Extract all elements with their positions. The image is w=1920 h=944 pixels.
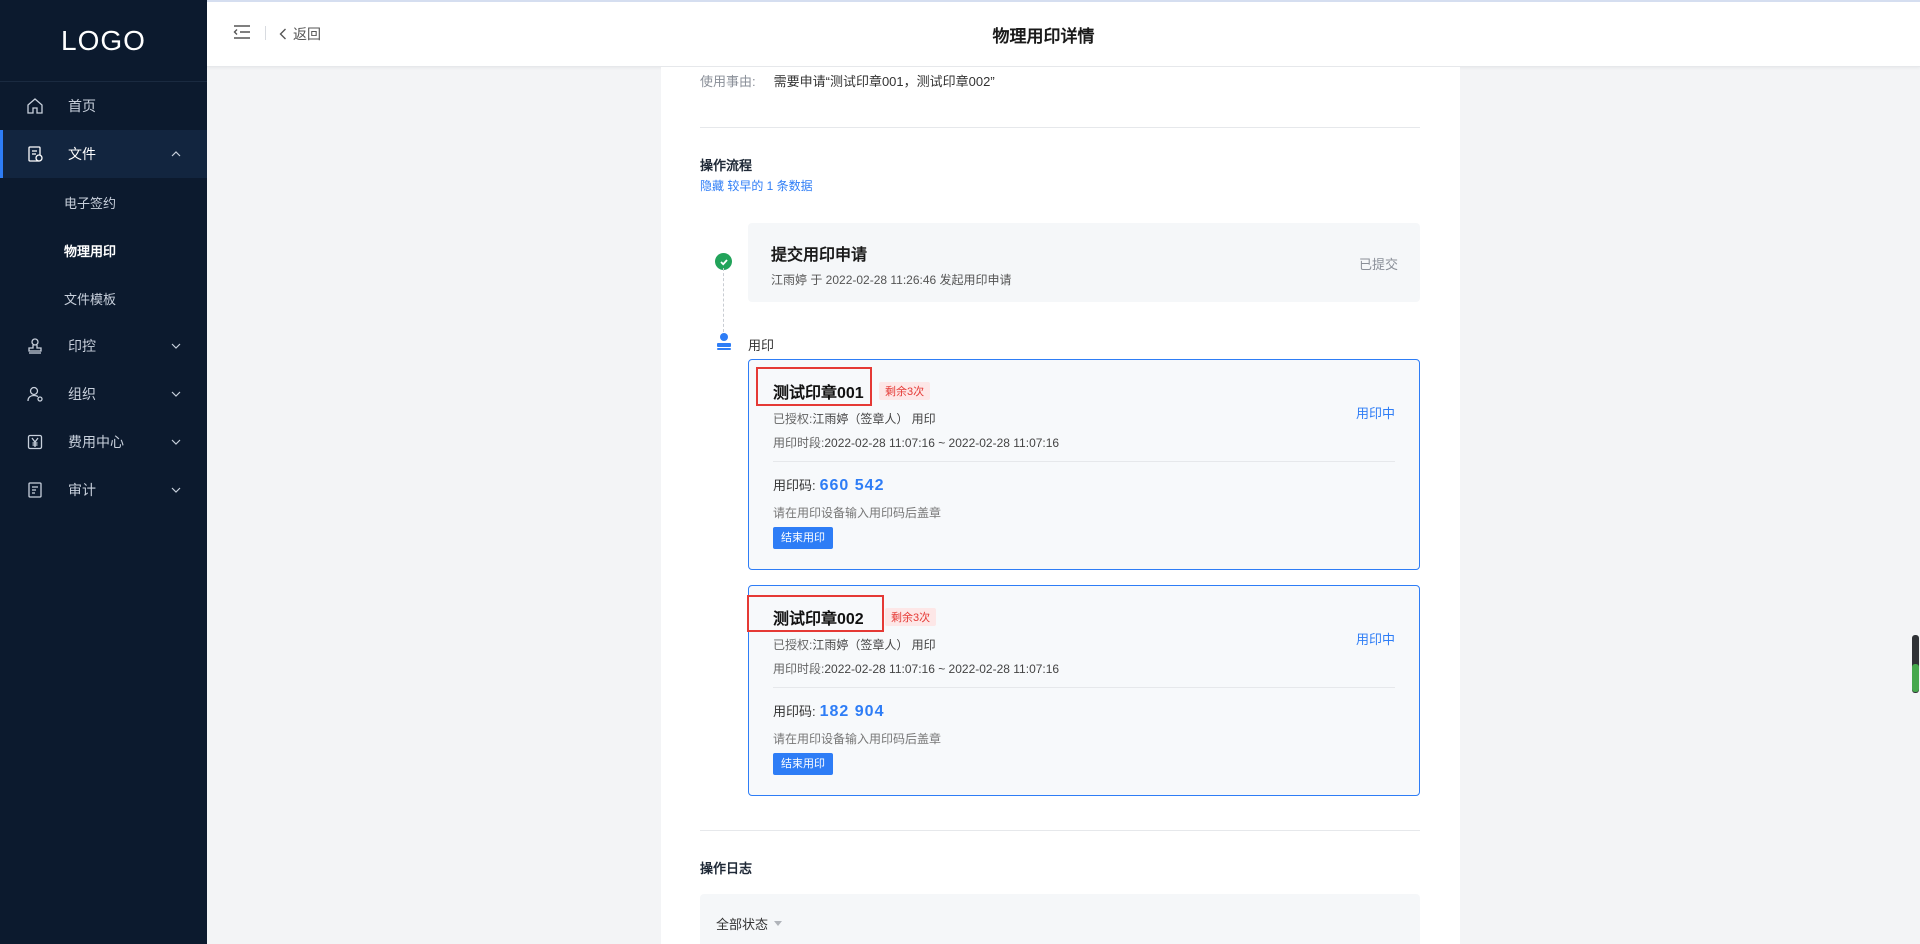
chevron-up-icon bbox=[171, 151, 181, 157]
chevron-down-icon bbox=[171, 439, 181, 445]
sidebar-item-label: 费用中心 bbox=[68, 434, 124, 450]
seal-code-row: 用印码: 660 542 bbox=[773, 475, 884, 495]
auth-value: 江雨婷（签章人） 用印 bbox=[812, 412, 936, 426]
use-step-label: 用印 bbox=[748, 338, 775, 353]
seal-card: 测试印章002 剩余3次 已授权:江雨婷（签章人） 用印 用印时段:2022-0… bbox=[747, 585, 1420, 796]
sidebar-item-seal-control[interactable]: 印控 bbox=[0, 322, 207, 370]
sidebar: LOGO 首页 文件 电子签约 物理用印 文件模板 印控 组织 费用中心 审计 bbox=[0, 0, 207, 944]
divider bbox=[773, 687, 1395, 688]
submit-step-status: 已提交 bbox=[1358, 257, 1398, 272]
header: 返回 物理用印详情 bbox=[207, 0, 1920, 67]
sidebar-item-file[interactable]: 文件 bbox=[0, 130, 207, 178]
sidebar-item-home[interactable]: 首页 bbox=[0, 82, 207, 130]
submit-step-subtitle: 江雨婷 于 2022-02-28 11:26:46 发起用印申请 bbox=[771, 273, 1012, 287]
sidebar-item-label: 文件 bbox=[68, 146, 96, 162]
seal-status: 用印中 bbox=[1355, 632, 1395, 647]
log-filter-bar: 全部状态 bbox=[700, 894, 1420, 944]
auth-value: 江雨婷（签章人） 用印 bbox=[812, 638, 936, 652]
highlight-box bbox=[747, 595, 884, 632]
seal-card: 测试印章001 剩余3次 已授权:江雨婷（签章人） 用印 用印时段:2022-0… bbox=[748, 359, 1420, 570]
yen-icon bbox=[26, 433, 44, 451]
file-icon bbox=[26, 145, 44, 163]
page-title: 物理用印详情 bbox=[992, 27, 1095, 46]
code-label: 用印码: bbox=[773, 704, 816, 719]
scrollbar-thumb-indicator bbox=[1912, 664, 1919, 692]
authorization-row: 已授权:江雨婷（签章人） 用印 bbox=[773, 636, 936, 653]
sidebar-item-billing[interactable]: 费用中心 bbox=[0, 418, 207, 466]
code-label: 用印码: bbox=[773, 478, 816, 493]
sidebar-item-label: 首页 bbox=[68, 98, 96, 114]
sidebar-item-label: 印控 bbox=[68, 338, 96, 354]
status-filter-select[interactable]: 全部状态 bbox=[716, 914, 783, 933]
divider bbox=[773, 461, 1395, 462]
seal-code: 182 904 bbox=[819, 703, 885, 720]
sidebar-item-audit[interactable]: 审计 bbox=[0, 466, 207, 514]
user-stamp-icon bbox=[717, 333, 731, 350]
caret-down-icon bbox=[774, 921, 783, 926]
period-row: 用印时段:2022-02-28 11:07:16 ~ 2022-02-28 11… bbox=[773, 434, 1059, 451]
submit-step: 提交用印申请 江雨婷 于 2022-02-28 11:26:46 发起用印申请 … bbox=[748, 223, 1420, 302]
divider bbox=[700, 830, 1420, 831]
seal-code-row: 用印码: 182 904 bbox=[773, 701, 884, 721]
reason-value: 需要申请“测试印章001，测试印章002” bbox=[773, 74, 995, 89]
stamp-icon bbox=[26, 337, 44, 355]
period-label: 用印时段: bbox=[773, 436, 825, 450]
remaining-badge: 剩余3次 bbox=[879, 382, 931, 400]
audit-icon bbox=[26, 481, 44, 499]
logo: LOGO bbox=[0, 0, 207, 82]
period-value: 2022-02-28 11:07:16 ~ 2022-02-28 11:07:1… bbox=[824, 436, 1060, 450]
seal-hint: 请在用印设备输入用印码后盖章 bbox=[773, 506, 942, 520]
reason-label: 使用事由: bbox=[700, 74, 756, 89]
period-value: 2022-02-28 11:07:16 ~ 2022-02-28 11:07:1… bbox=[824, 662, 1060, 676]
log-title: 操作日志 bbox=[700, 861, 753, 876]
end-seal-button[interactable]: 结束用印 bbox=[773, 753, 833, 775]
authorization-row: 已授权:江雨婷（签章人） 用印 bbox=[773, 410, 936, 427]
chevron-down-icon bbox=[171, 487, 181, 493]
detail-card: 使用事由: 需要申请“测试印章001，测试印章002” 操作流程 隐藏 较早的 1… bbox=[661, 67, 1460, 944]
chevron-down-icon bbox=[171, 343, 181, 349]
reason-row: 使用事由: 需要申请“测试印章001，测试印章002” bbox=[700, 71, 995, 90]
period-row: 用印时段:2022-02-28 11:07:16 ~ 2022-02-28 11… bbox=[773, 660, 1059, 677]
process-title: 操作流程 bbox=[700, 158, 753, 173]
sidebar-subitem-physical-seal[interactable]: 物理用印 bbox=[0, 226, 207, 274]
status-filter-value: 全部状态 bbox=[716, 917, 769, 932]
remaining-badge: 剩余3次 bbox=[885, 608, 937, 626]
timeline-connector bbox=[723, 268, 724, 332]
sidebar-item-label: 审计 bbox=[68, 482, 96, 498]
hide-earlier-link[interactable]: 隐藏 较早的 1 条数据 bbox=[700, 177, 813, 194]
seal-status: 用印中 bbox=[1355, 406, 1395, 421]
auth-label: 已授权: bbox=[773, 412, 813, 426]
divider bbox=[700, 127, 1420, 128]
home-icon bbox=[26, 97, 44, 115]
sidebar-item-organization[interactable]: 组织 bbox=[0, 370, 207, 418]
submit-step-title: 提交用印申请 bbox=[771, 247, 868, 264]
seal-hint: 请在用印设备输入用印码后盖章 bbox=[773, 732, 942, 746]
sidebar-subitem-esign[interactable]: 电子签约 bbox=[0, 178, 207, 226]
seal-code: 660 542 bbox=[819, 477, 885, 494]
period-label: 用印时段: bbox=[773, 662, 825, 676]
sidebar-subitem-file-template[interactable]: 文件模板 bbox=[0, 274, 207, 322]
end-seal-button[interactable]: 结束用印 bbox=[773, 527, 833, 549]
auth-label: 已授权: bbox=[773, 638, 813, 652]
organization-icon bbox=[26, 385, 44, 403]
sidebar-item-label: 组织 bbox=[68, 386, 96, 402]
chevron-down-icon bbox=[171, 391, 181, 397]
highlight-box bbox=[756, 367, 872, 406]
